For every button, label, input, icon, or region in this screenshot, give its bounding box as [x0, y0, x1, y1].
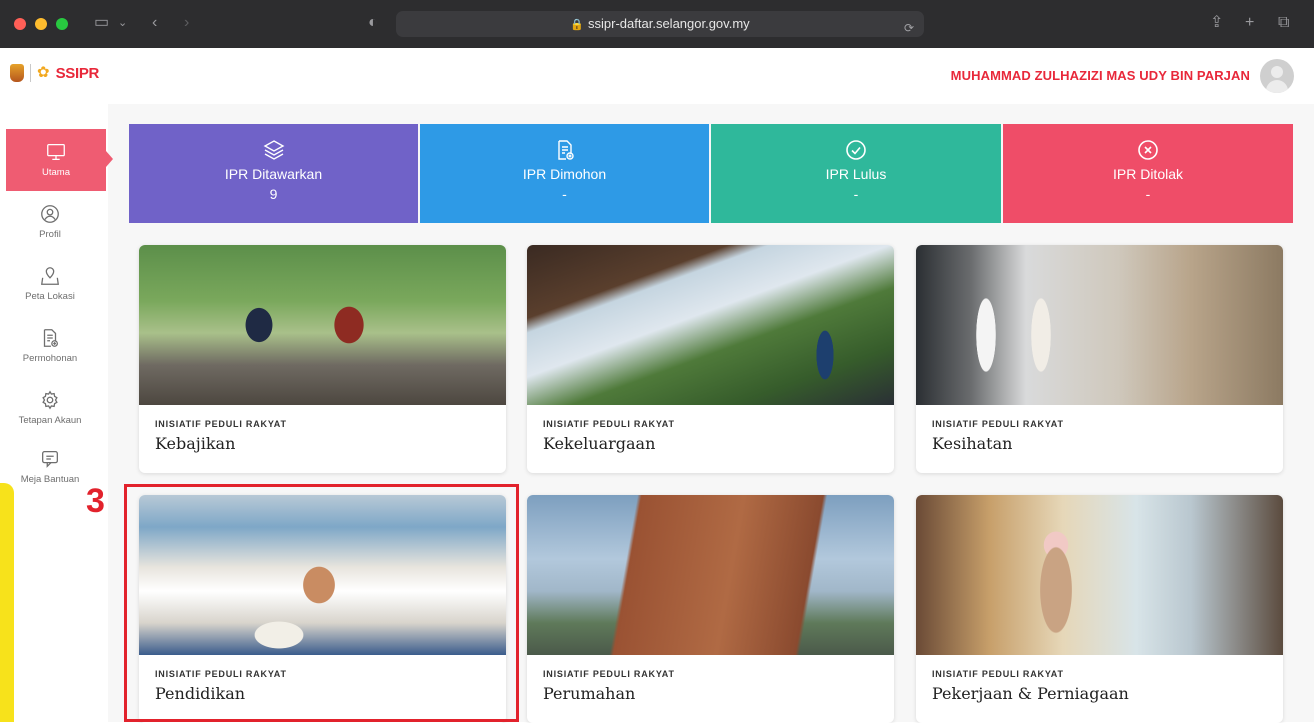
card-title: Pekerjaan & Perniagaan [932, 684, 1129, 703]
user-icon [41, 205, 59, 223]
back-icon[interactable]: ‹ [152, 13, 157, 33]
sidebar-item-profil[interactable]: Profil [0, 203, 100, 240]
document-add-icon [557, 140, 574, 160]
document-add-icon [43, 329, 58, 347]
card-pekerjaan-perniagaan[interactable]: INISIATIF PEDULI RAKYAT Pekerjaan & Pern… [916, 495, 1283, 723]
sidebar-item-tetapan-akaun[interactable]: Tetapan Akaun [0, 389, 100, 426]
stat-label: IPR Ditawarkan [224, 166, 323, 182]
sidebar-item-label: Peta Lokasi [25, 291, 75, 302]
stat-value: - [1145, 186, 1151, 202]
chat-icon [42, 451, 58, 468]
gear-icon [42, 390, 58, 410]
close-window-button[interactable] [14, 18, 26, 30]
card-title: Kekeluargaan [543, 434, 656, 453]
check-circle-icon [846, 140, 866, 160]
card-kicker: INISIATIF PEDULI RAKYAT [543, 419, 675, 429]
card-photo [916, 245, 1283, 405]
map-icon [41, 267, 59, 285]
address-bar[interactable]: 🔒 ssipr-daftar.selangor.gov.my ⟳ [396, 11, 924, 37]
forward-icon[interactable]: › [184, 13, 189, 33]
sidebar-item-label: Utama [42, 167, 70, 178]
stat-value: - [562, 186, 567, 202]
card-kekeluargaan[interactable]: INISIATIF PEDULI RAKYAT Kekeluargaan [527, 245, 894, 473]
app-header: ✿ SSIPR MUHAMMAD ZULHAZIZI MAS UDY BIN P… [0, 48, 1314, 104]
tabs-overview-icon[interactable]: ⧉ [1278, 13, 1289, 33]
shield-icon[interactable]: ◐ [368, 13, 378, 33]
stat-label: IPR Dimohon [522, 166, 607, 182]
annotation-step-number: 3 [86, 482, 105, 520]
card-kesihatan[interactable]: INISIATIF PEDULI RAKYAT Kesihatan [916, 245, 1283, 473]
stat-ipr-ditolak[interactable]: IPR Ditolak - [1003, 124, 1293, 223]
ssipr-logo[interactable]: ✿ SSIPR [10, 64, 99, 82]
logo-text: SSIPR [55, 64, 100, 82]
stat-value: 9 [269, 186, 278, 202]
x-circle-icon [1138, 140, 1158, 160]
layers-icon [263, 140, 284, 160]
sidebar-item-utama[interactable]: Utama [6, 129, 113, 191]
share-icon[interactable]: ⇪ [1210, 13, 1223, 33]
flower-icon: ✿ [37, 64, 50, 81]
stat-ipr-ditawarkan[interactable]: IPR Ditawarkan 9 [129, 124, 418, 223]
card-kicker: INISIATIF PEDULI RAKYAT [155, 419, 287, 429]
decorative-strip [0, 483, 14, 722]
card-kicker: INISIATIF PEDULI RAKYAT [543, 669, 675, 679]
monitor-icon [47, 144, 65, 160]
stat-value: - [853, 186, 859, 202]
sidebar-item-label: Tetapan Akaun [18, 415, 82, 426]
sidebar-item-permohonan[interactable]: Permohonan [0, 327, 100, 364]
sidebar-item-peta-lokasi[interactable]: Peta Lokasi [0, 265, 100, 302]
card-kicker: INISIATIF PEDULI RAKYAT [932, 669, 1064, 679]
selangor-crest-icon [10, 64, 24, 82]
minimize-window-button[interactable] [35, 18, 47, 30]
user-name[interactable]: MUHAMMAD ZULHAZIZI MAS UDY BIN PARJAN [951, 68, 1250, 83]
card-photo [916, 495, 1283, 655]
stat-label: IPR Ditolak [1112, 166, 1184, 182]
card-kicker: INISIATIF PEDULI RAKYAT [932, 419, 1064, 429]
sidebar-item-label: Profil [39, 229, 61, 240]
card-perumahan[interactable]: INISIATIF PEDULI RAKYAT Perumahan [527, 495, 894, 723]
reload-icon[interactable]: ⟳ [904, 15, 914, 41]
card-photo [527, 495, 894, 655]
url-text: ssipr-daftar.selangor.gov.my [588, 16, 750, 31]
sidebar-item-label: Permohonan [22, 353, 78, 364]
annotation-highlight-box [124, 484, 519, 722]
sidebar-item-meja-bantuan[interactable]: Meja Bantuan [0, 448, 100, 485]
card-title: Perumahan [543, 684, 636, 703]
card-photo [527, 245, 894, 405]
card-photo [139, 245, 506, 405]
maximize-window-button[interactable] [56, 18, 68, 30]
stat-ipr-dimohon[interactable]: IPR Dimohon - [420, 124, 709, 223]
chevron-down-icon[interactable]: ⌄ [118, 13, 127, 33]
stat-ipr-lulus[interactable]: IPR Lulus - [711, 124, 1001, 223]
avatar[interactable] [1260, 59, 1294, 93]
new-tab-icon[interactable]: + [1245, 13, 1254, 33]
browser-toolbar: ▭ ⌄ ‹ › ◐ 🔒 ssipr-daftar.selangor.gov.my … [0, 0, 1314, 48]
sidebar-toggle-icon[interactable]: ▭ [94, 13, 109, 33]
stat-label: IPR Lulus [825, 166, 887, 182]
card-title: Kesihatan [932, 434, 1013, 453]
sidebar-item-label: Meja Bantuan [20, 474, 80, 485]
card-kebajikan[interactable]: INISIATIF PEDULI RAKYAT Kebajikan [139, 245, 506, 473]
card-title: Kebajikan [155, 434, 236, 453]
lock-icon: 🔒 [570, 19, 585, 31]
